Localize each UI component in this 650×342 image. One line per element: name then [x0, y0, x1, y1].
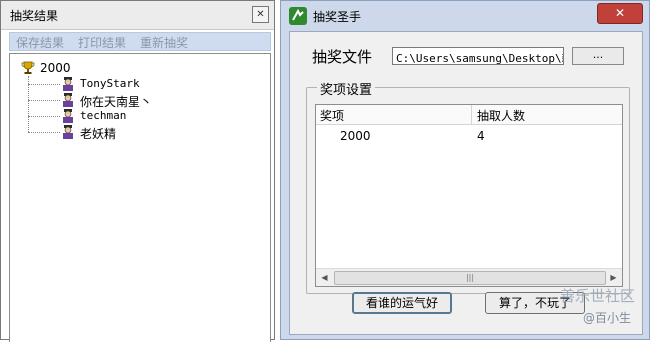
person-icon	[63, 77, 73, 91]
cell-prize: 2000	[340, 129, 371, 143]
tree-child-label: techman	[80, 109, 127, 122]
watermark-site: 善乐世社区	[560, 287, 636, 305]
scroll-right-icon[interactable]: ▶	[605, 269, 622, 286]
main-titlebar: 抽奖圣手 ✕	[281, 1, 649, 31]
horizontal-scrollbar[interactable]: ◀ ||| ▶	[316, 268, 622, 286]
tree-child-label: TonyStark	[80, 77, 140, 90]
table-row[interactable]: 2000 4	[316, 127, 622, 143]
scroll-thumb[interactable]: |||	[334, 271, 606, 285]
close-icon[interactable]: ✕	[252, 6, 269, 23]
tree-connector	[28, 116, 60, 117]
person-icon	[63, 125, 73, 139]
tree-child-label: 你在天南星丶	[80, 95, 153, 109]
prize-settings-title: 奖项设置	[317, 79, 376, 98]
app-logo-icon	[289, 7, 307, 25]
column-divider[interactable]	[471, 105, 472, 124]
results-title: 抽奖结果	[10, 9, 59, 23]
column-header-prize[interactable]: 奖项	[320, 107, 470, 124]
file-path-text: C:\Users\samsung\Desktop\新建	[396, 52, 563, 65]
tree-connector	[28, 100, 60, 101]
prize-settings-group: 奖项设置 奖项 抽取人数 2000 4 ◀ ||| ▶	[306, 79, 630, 294]
person-icon	[63, 109, 73, 123]
menu-save-results[interactable]: 保存结果	[16, 34, 64, 51]
tree-child-label: 老妖精	[80, 127, 117, 141]
results-titlebar: 抽奖结果 ✕	[1, 1, 274, 30]
menu-redraw[interactable]: 重新抽奖	[140, 34, 188, 51]
main-title: 抽奖圣手	[313, 10, 362, 24]
results-menubar: 保存结果 打印结果 重新抽奖	[9, 32, 271, 51]
trophy-icon	[21, 61, 35, 74]
browse-button[interactable]: ...	[572, 47, 624, 65]
scroll-left-icon[interactable]: ◀	[316, 269, 333, 286]
tree-root-label: 2000	[40, 61, 71, 75]
prize-list-header: 奖项 抽取人数	[316, 105, 622, 125]
file-label: 抽奖文件	[312, 48, 373, 66]
results-window: 抽奖结果 ✕ 保存结果 打印结果 重新抽奖 2000 TonyStark 你在天…	[0, 0, 275, 342]
menu-print-results[interactable]: 打印结果	[78, 34, 126, 51]
close-icon[interactable]: ✕	[597, 3, 643, 24]
draw-button[interactable]: 看谁的运气好	[352, 292, 452, 314]
file-path-input[interactable]: C:\Users\samsung\Desktop\新建	[392, 47, 564, 65]
cell-count: 4	[477, 129, 485, 143]
results-tree: 2000 TonyStark 你在天南星丶 techman 老妖精	[9, 53, 271, 342]
tree-connector	[28, 84, 60, 85]
tree-connector	[28, 132, 60, 133]
column-header-count[interactable]: 抽取人数	[477, 107, 525, 124]
person-icon	[63, 93, 73, 107]
prize-list[interactable]: 奖项 抽取人数 2000 4 ◀ ||| ▶	[315, 104, 623, 287]
watermark-author: @百小生	[583, 311, 632, 325]
